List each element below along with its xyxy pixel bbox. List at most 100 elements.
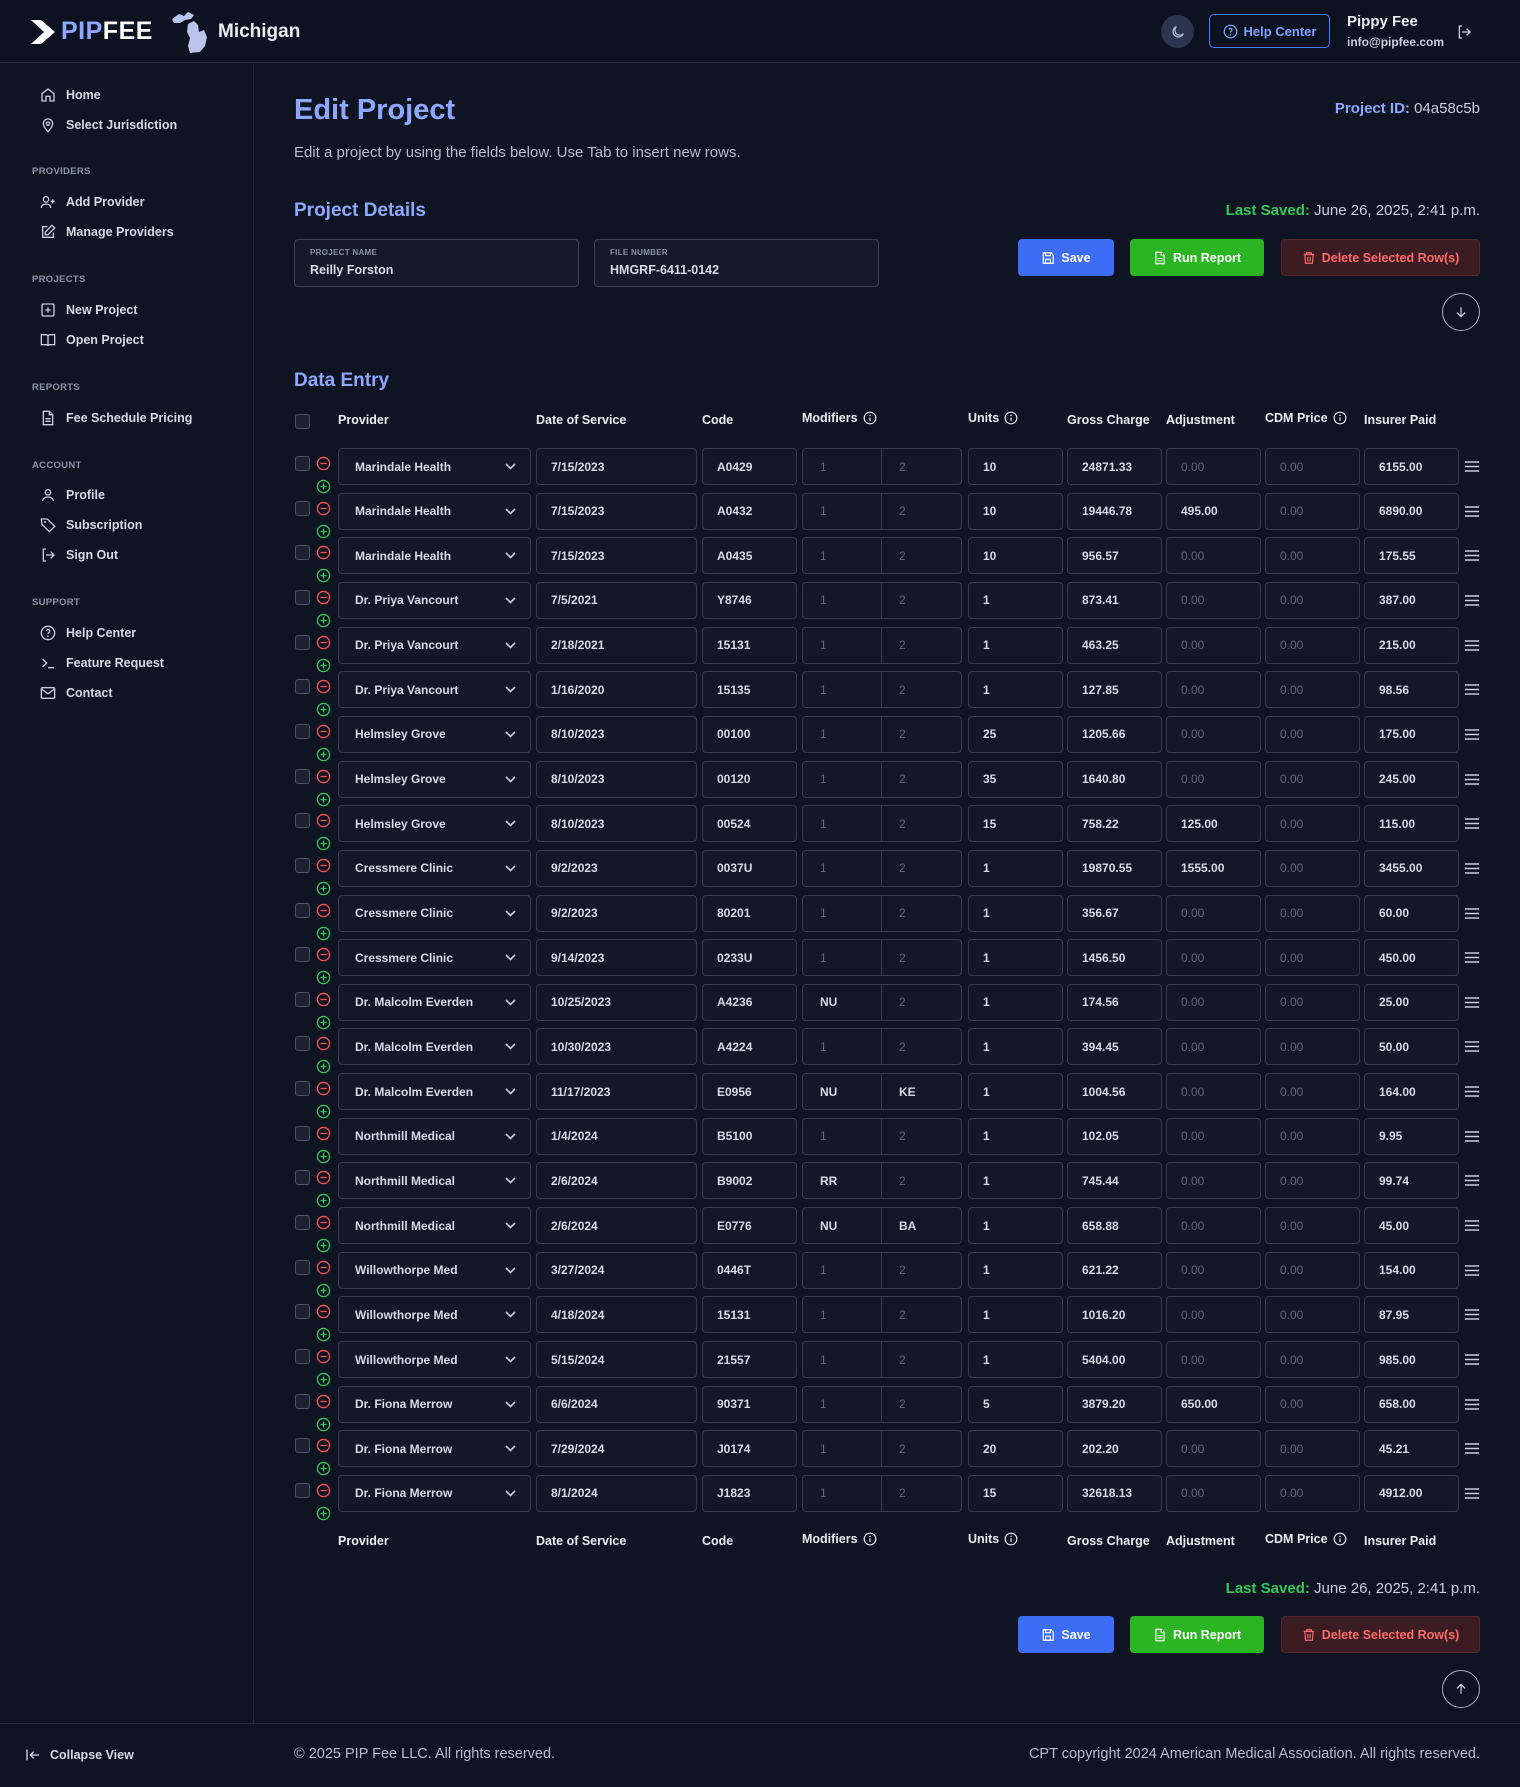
cdm-price-input[interactable]: 0.00 <box>1265 983 1360 1021</box>
row-checkbox[interactable] <box>295 456 310 471</box>
modifier-1-input[interactable]: 1 <box>802 894 882 932</box>
insurer-paid-input[interactable]: 45.21 <box>1364 1430 1459 1468</box>
code-input[interactable]: A4236 <box>702 983 797 1021</box>
modifier-1-input[interactable]: RR <box>802 1162 882 1200</box>
code-input[interactable]: 00524 <box>702 805 797 843</box>
insurer-paid-input[interactable]: 4912.00 <box>1364 1474 1459 1512</box>
units-input[interactable]: 25 <box>968 715 1063 753</box>
code-input[interactable]: 21557 <box>702 1341 797 1378</box>
gross-charge-input[interactable]: 19870.55 <box>1067 849 1162 887</box>
provider-select[interactable]: Cressmere Clinic <box>338 894 531 932</box>
row-checkbox[interactable] <box>295 1036 310 1052</box>
units-input[interactable]: 20 <box>968 1430 1063 1468</box>
adjustment-input[interactable]: 650.00 <box>1166 1385 1261 1423</box>
code-input[interactable]: A0432 <box>702 492 797 530</box>
gross-charge-input[interactable]: 1004.56 <box>1067 1073 1162 1111</box>
units-input[interactable]: 1 <box>968 983 1063 1021</box>
drag-handle-icon[interactable] <box>1465 1175 1479 1187</box>
cdm-price-input[interactable]: 0.00 <box>1265 1430 1360 1468</box>
sidebar-item-help-center[interactable]: Help Center <box>40 625 136 641</box>
sidebar-item-sign-out[interactable]: Sign Out <box>40 547 118 563</box>
provider-select[interactable]: Helmsley Grove <box>338 715 531 753</box>
drag-handle-icon[interactable] <box>1465 1443 1479 1454</box>
insurer-paid-input[interactable]: 50.00 <box>1364 1028 1459 1066</box>
gross-charge-input[interactable]: 1640.80 <box>1067 760 1162 798</box>
gross-charge-input[interactable]: 127.85 <box>1067 671 1162 709</box>
brand-logo[interactable]: PIPFEE <box>29 17 153 46</box>
date-of-service-input[interactable]: 7/15/2023 <box>536 537 697 575</box>
units-input[interactable]: 15 <box>968 805 1063 843</box>
insurer-paid-input[interactable]: 658.00 <box>1364 1385 1459 1423</box>
modifier-1-input[interactable]: 1 <box>802 805 882 843</box>
row-checkbox[interactable] <box>295 857 310 873</box>
delete-selected-button[interactable]: Delete Selected Row(s) <box>1281 239 1480 276</box>
modifier-1-input[interactable]: NU <box>802 1073 882 1111</box>
provider-select[interactable]: Willowthorpe Med <box>338 1251 531 1289</box>
modifier-2-input[interactable]: 2 <box>881 1430 962 1468</box>
date-of-service-input[interactable]: 1/16/2020 <box>536 671 697 709</box>
gross-charge-input[interactable]: 24871.33 <box>1067 448 1162 485</box>
insurer-paid-input[interactable]: 6890.00 <box>1364 492 1459 530</box>
row-checkbox[interactable] <box>295 991 310 1007</box>
modifier-2-input[interactable]: 2 <box>881 492 962 530</box>
cdm-price-input[interactable]: 0.00 <box>1265 760 1360 798</box>
remove-row-icon[interactable] <box>316 813 331 828</box>
remove-row-icon[interactable] <box>316 545 331 560</box>
modifier-1-input[interactable]: 1 <box>802 1474 882 1512</box>
remove-row-icon[interactable] <box>316 1215 331 1230</box>
scroll-up-button[interactable] <box>1442 1670 1480 1708</box>
modifier-1-input[interactable]: 1 <box>802 626 882 664</box>
insurer-paid-input[interactable]: 6155.00 <box>1364 448 1459 485</box>
provider-select[interactable]: Willowthorpe Med <box>338 1296 531 1334</box>
code-input[interactable]: A0435 <box>702 537 797 575</box>
sidebar-item-feature-request[interactable]: Feature Request <box>40 655 164 671</box>
insurer-paid-input[interactable]: 985.00 <box>1364 1341 1459 1378</box>
code-input[interactable]: 15135 <box>702 671 797 709</box>
run-report-button-bottom[interactable]: Run Report <box>1130 1616 1264 1653</box>
provider-select[interactable]: Cressmere Clinic <box>338 849 531 887</box>
code-input[interactable]: A0429 <box>702 448 797 485</box>
sidebar-item-manage-providers[interactable]: Manage Providers <box>40 224 174 240</box>
modifier-2-input[interactable]: 2 <box>881 626 962 664</box>
units-input[interactable]: 1 <box>968 581 1063 619</box>
date-of-service-input[interactable]: 8/10/2023 <box>536 760 697 798</box>
cdm-price-input[interactable]: 0.00 <box>1265 1073 1360 1111</box>
date-of-service-input[interactable]: 7/5/2021 <box>536 581 697 619</box>
modifier-1-input[interactable]: 1 <box>802 715 882 753</box>
drag-handle-icon[interactable] <box>1465 729 1479 740</box>
insurer-paid-input[interactable]: 175.00 <box>1364 715 1459 753</box>
row-checkbox[interactable] <box>295 1259 310 1275</box>
date-of-service-input[interactable]: 5/15/2024 <box>536 1341 697 1378</box>
save-button[interactable]: Save <box>1018 239 1114 276</box>
adjustment-input[interactable]: 0.00 <box>1166 1341 1261 1378</box>
units-input[interactable]: 1 <box>968 1162 1063 1200</box>
modifier-2-input[interactable]: 2 <box>881 1385 962 1423</box>
code-input[interactable]: B5100 <box>702 1117 797 1155</box>
provider-select[interactable]: Dr. Malcolm Everden <box>338 983 531 1021</box>
remove-row-icon[interactable] <box>316 1260 331 1275</box>
adjustment-input[interactable]: 0.00 <box>1166 537 1261 575</box>
run-report-button[interactable]: Run Report <box>1130 239 1264 276</box>
remove-row-icon[interactable] <box>316 1081 331 1096</box>
info-icon[interactable] <box>1004 411 1018 425</box>
modifier-1-input[interactable]: 1 <box>802 1385 882 1423</box>
insurer-paid-input[interactable]: 45.00 <box>1364 1207 1459 1245</box>
remove-row-icon[interactable] <box>316 590 331 605</box>
adjustment-input[interactable]: 0.00 <box>1166 1117 1261 1155</box>
theme-toggle-button[interactable] <box>1161 15 1194 48</box>
units-input[interactable]: 1 <box>968 1296 1063 1334</box>
modifier-2-input[interactable]: 2 <box>881 894 962 932</box>
provider-select[interactable]: Northmill Medical <box>338 1207 531 1245</box>
provider-select[interactable]: Marindale Health <box>338 537 531 575</box>
gross-charge-input[interactable]: 463.25 <box>1067 626 1162 664</box>
cdm-price-input[interactable]: 0.00 <box>1265 448 1360 485</box>
remove-row-icon[interactable] <box>316 1126 331 1141</box>
provider-select[interactable]: Dr. Fiona Merrow <box>338 1430 531 1468</box>
modifier-1-input[interactable]: 1 <box>802 448 882 485</box>
sidebar-item-home[interactable]: Home <box>40 87 101 103</box>
modifier-2-input[interactable]: 2 <box>881 849 962 887</box>
provider-select[interactable]: Dr. Priya Vancourt <box>338 581 531 619</box>
provider-select[interactable]: Dr. Priya Vancourt <box>338 626 531 664</box>
insurer-paid-input[interactable]: 215.00 <box>1364 626 1459 664</box>
help-center-button[interactable]: Help Center <box>1209 14 1330 48</box>
